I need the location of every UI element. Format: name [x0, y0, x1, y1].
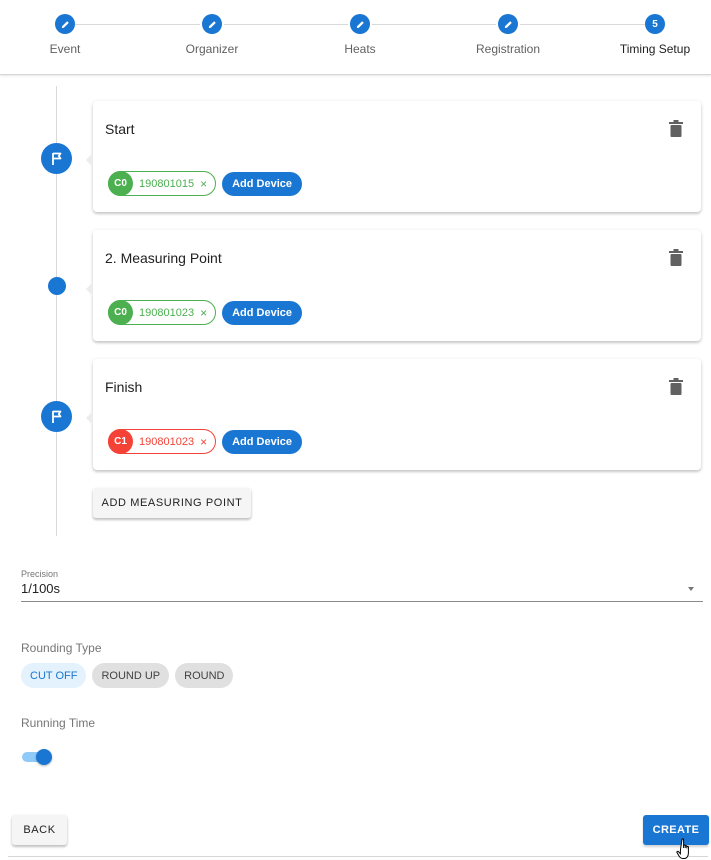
rounding-type-label: Rounding Type [21, 641, 102, 655]
pencil-icon [55, 14, 75, 34]
close-icon[interactable]: × [200, 307, 207, 319]
measuring-point-title: 2. Measuring Point [105, 250, 222, 266]
pencil-icon [350, 14, 370, 34]
device-serial: 190801023 [139, 306, 195, 319]
close-icon[interactable]: × [200, 436, 207, 448]
step-organizer[interactable]: Organizer [157, 0, 267, 75]
trash-icon[interactable] [669, 378, 683, 395]
step-number: 5 [645, 14, 665, 34]
devices-row: C1 190801023 × Add Device [108, 429, 302, 454]
running-time-label: Running Time [21, 716, 96, 730]
rounding-chip-round-up[interactable]: ROUND UP [92, 663, 170, 688]
measuring-point-card: Start C0 190801015 × Add Device [86, 101, 701, 212]
pencil-icon [498, 14, 518, 34]
trash-icon[interactable] [669, 120, 683, 137]
toggle-thumb [36, 749, 52, 765]
close-icon[interactable]: × [200, 178, 207, 190]
hand-cursor-icon [676, 838, 689, 859]
measuring-point-title: Finish [105, 379, 143, 395]
add-device-button[interactable]: Add Device [222, 300, 302, 325]
flag-icon [41, 401, 72, 432]
dropdown-arrow-icon[interactable] [688, 587, 694, 591]
rounding-chip-round[interactable]: ROUND [175, 663, 234, 688]
device-serial: 190801023 [139, 435, 195, 448]
running-time-toggle[interactable] [22, 749, 52, 765]
card-arrow [86, 411, 93, 425]
channel-avatar: C1 [108, 429, 133, 454]
device-chip[interactable]: C0 190801023 × [108, 300, 217, 325]
precision-underline [21, 601, 703, 602]
add-device-button[interactable]: Add Device [222, 171, 302, 196]
add-measuring-point-button[interactable]: ADD MEASURING POINT [93, 488, 251, 518]
device-chip[interactable]: C0 190801015 × [108, 171, 217, 196]
trash-icon[interactable] [669, 249, 683, 266]
rounding-type-chips: CUT OFF ROUND UP ROUND [21, 663, 234, 688]
measuring-point-card: 2. Measuring Point C0 190801023 × Add De… [86, 230, 701, 341]
pencil-icon [202, 14, 222, 34]
channel-avatar: C0 [108, 300, 133, 325]
step-heats[interactable]: Heats [305, 0, 415, 75]
devices-row: C0 190801023 × Add Device [108, 300, 302, 325]
step-event[interactable]: Event [10, 0, 120, 75]
card-arrow [86, 153, 93, 167]
measuring-point-card: Finish C1 190801023 × Add Device [86, 359, 701, 470]
stepper: Event Organizer Heats Registration 5 Tim… [0, 0, 711, 75]
step-registration[interactable]: Registration [453, 0, 563, 75]
precision-label: Precision [21, 569, 59, 579]
device-chip[interactable]: C1 190801023 × [108, 429, 217, 454]
measuring-point-title: Start [105, 121, 135, 137]
rounding-chip-cut-off[interactable]: CUT OFF [21, 663, 87, 688]
devices-row: C0 190801015 × Add Device [108, 171, 302, 196]
back-button[interactable]: BACK [12, 815, 67, 845]
step-label: Timing Setup [619, 42, 691, 56]
step-timing-setup[interactable]: 5 Timing Setup [600, 0, 710, 75]
timeline-dot [48, 277, 66, 295]
precision-select[interactable]: 1/100s [21, 581, 60, 596]
bottom-divider [8, 856, 708, 857]
channel-avatar: C0 [108, 171, 133, 196]
step-label: Organizer [185, 42, 239, 56]
add-device-button[interactable]: Add Device [222, 429, 302, 454]
card-arrow [86, 282, 93, 296]
step-label: Registration [475, 42, 541, 56]
flag-icon [41, 143, 72, 174]
step-label: Event [49, 42, 81, 56]
device-serial: 190801015 [139, 177, 195, 190]
step-label: Heats [344, 42, 376, 56]
